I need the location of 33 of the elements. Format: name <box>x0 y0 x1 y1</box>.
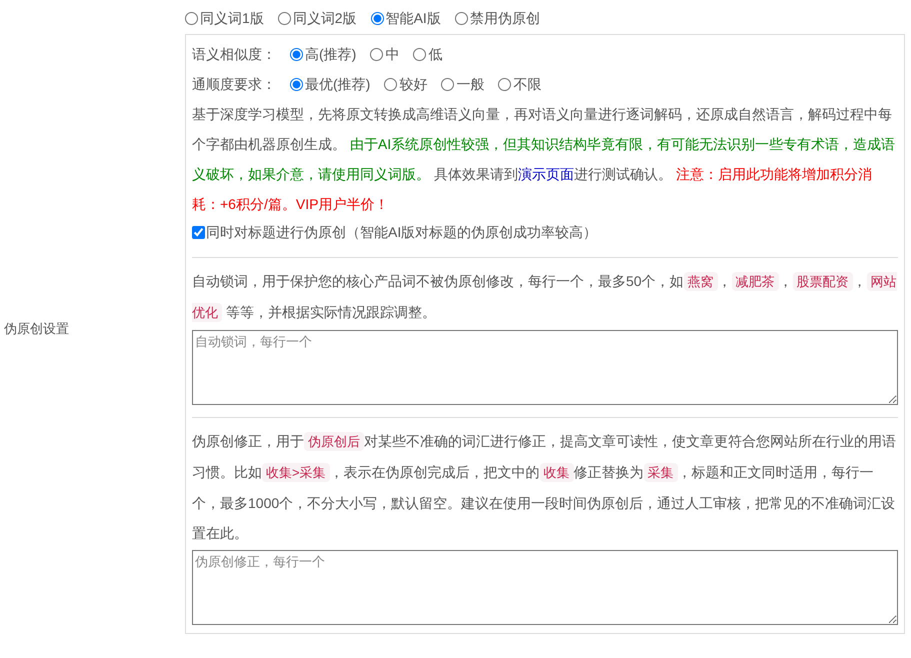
radio-button[interactable] <box>384 78 398 90</box>
option-radio[interactable]: 中 <box>370 39 400 69</box>
radio-button[interactable] <box>370 48 384 60</box>
option-radio[interactable]: 较好 <box>384 69 428 99</box>
corrections-description: 伪原创修正，用于 伪原创后 对某些不准确的词汇进行修正，提高文章可读性，使文章更符合您网站所在行业的用语习惯。比如 收集>采集 ，表示在伪原创完成后，把文中的 收集 修正替换为 采集 ，标题和正文同时适用，每行一个，最多1000个，不分大小写，默认留空。建议在使用一段时间伪原创后，通过人工审核，把常见的不准确词汇设置在此。 <box>192 431 897 543</box>
option-radio[interactable]: 最优(推荐) <box>290 69 370 99</box>
mode-radio[interactable]: 同义词2版 <box>278 6 357 30</box>
corrections-field[interactable]: 伪原创修正，每行一个 <box>192 550 898 625</box>
radio-button[interactable] <box>290 78 303 90</box>
mode-radio[interactable]: 禁用伪原创 <box>454 6 540 30</box>
mode-radio[interactable]: 智能AI版 <box>370 6 441 30</box>
radio-button[interactable] <box>454 12 468 24</box>
ai-description: 基于深度学习模型，先将原文转换成高维语义向量，再对语义向量进行逐词解码，还原成自然语言，解码过程中每个字都由机器原创生成。 由于AI系统原创性较强，但其知识结构毕竟有限，有可能无法识别一些专有术语，造成语义破坏，如果介意，请使用同义词版。 具体效果请到演示页面进行测试确认。 注意：启用此功能将增加积分消耗：+6积分/篇。VIP用户半价！ <box>192 105 896 214</box>
lock-words-description: 自动锁词，用于保护您的核心产品词不被伪原创修改，每行一个，最多50个，如 燕窝 ， 减肥茶 ， 股票配资 ， 网站优化 等等，并根据实际情况跟踪调整。 <box>192 271 898 324</box>
option-radio[interactable]: 低 <box>413 39 442 69</box>
radio-button[interactable] <box>413 48 426 60</box>
checkbox[interactable] <box>192 226 205 238</box>
option-radio[interactable]: 不限 <box>498 69 542 99</box>
radio-button[interactable] <box>370 12 384 24</box>
option-radio[interactable]: 高(推荐) <box>290 39 356 69</box>
setting-label: 语义相似度： <box>192 45 276 64</box>
demo-page-link[interactable]: 演示页面 <box>518 166 574 182</box>
option-radio[interactable]: 一般 <box>441 69 484 99</box>
radio-button[interactable] <box>185 12 198 24</box>
setting-label: 通顺度要求： <box>192 75 276 94</box>
radio-button[interactable] <box>290 48 303 60</box>
section-label: 伪原创设置 <box>3 320 70 338</box>
title-checkbox[interactable]: 同时对标题进行伪原创（智能AI版对标题的伪原创成功率较高） <box>192 219 898 245</box>
radio-button[interactable] <box>278 12 291 24</box>
mode-radio[interactable]: 同义词1版 <box>185 6 264 30</box>
radio-button[interactable] <box>498 78 512 90</box>
lock-words-field[interactable]: 自动锁词，每行一个 <box>192 330 898 405</box>
radio-button[interactable] <box>441 78 454 90</box>
